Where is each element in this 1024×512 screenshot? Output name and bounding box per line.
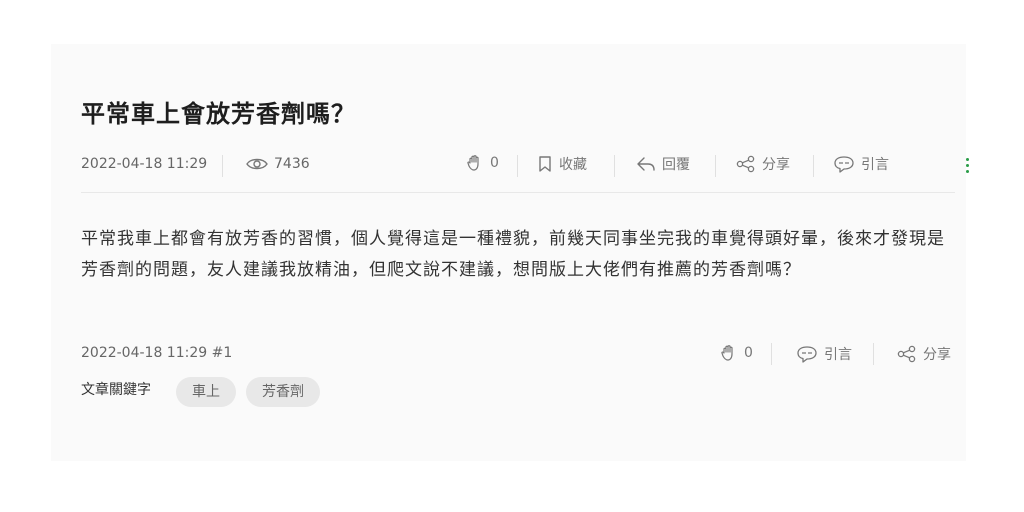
- share-icon: [897, 345, 916, 363]
- divider: [873, 343, 874, 365]
- quote-icon: [834, 156, 854, 173]
- share-button[interactable]: 分享: [736, 154, 790, 174]
- reply-icon: [637, 157, 655, 171]
- post-date: 2022-04-18 11:29: [81, 156, 208, 172]
- post-card: 平常車上會放芳香劑嗎？ 2022-04-18 11:29 7436 0 收藏 回…: [51, 44, 969, 461]
- floor-share-label: 分享: [923, 347, 951, 363]
- keyword-tag[interactable]: 車上: [176, 377, 236, 407]
- floor-quote-label: 引言: [824, 347, 852, 363]
- quote-button[interactable]: 引言: [833, 154, 889, 174]
- floor-like-button[interactable]: 0: [720, 344, 753, 362]
- post-title: 平常車上會放芳香劑嗎？: [81, 100, 356, 128]
- divider: [715, 155, 716, 177]
- view-count: 7436: [246, 156, 310, 172]
- like-button[interactable]: 0: [466, 154, 499, 172]
- keywords-label: 文章關鍵字: [81, 382, 151, 398]
- divider: [771, 343, 772, 365]
- quote-icon: [797, 346, 817, 363]
- view-count-value: 7436: [274, 156, 310, 172]
- bookmark-button[interactable]: 收藏: [537, 154, 587, 174]
- reply-button[interactable]: 回覆: [636, 154, 690, 174]
- divider: [813, 155, 814, 177]
- bookmark-icon: [539, 156, 551, 172]
- reply-label: 回覆: [662, 157, 690, 173]
- share-icon: [736, 155, 755, 173]
- floor-quote-button[interactable]: 引言: [796, 344, 852, 364]
- bookmark-label: 收藏: [559, 157, 587, 173]
- eye-icon: [246, 158, 268, 170]
- floor-info: 2022-04-18 11:29 #1: [81, 345, 233, 361]
- floor-share-button[interactable]: 分享: [897, 344, 951, 364]
- divider: [517, 155, 518, 177]
- post-meta-bar: 2022-04-18 11:29 7436 0 收藏 回覆 分享 引言: [81, 152, 969, 193]
- divider: [222, 155, 223, 177]
- clap-icon: [467, 155, 479, 171]
- like-count: 0: [490, 155, 499, 171]
- more-icon[interactable]: [964, 158, 970, 176]
- post-content: 平常我車上都會有放芳香的習慣，個人覺得這是一種禮貌，前幾天同事坐完我的車覺得頭好…: [81, 229, 945, 280]
- share-label: 分享: [762, 157, 790, 173]
- quote-label: 引言: [861, 157, 889, 173]
- clap-icon: [721, 345, 733, 361]
- keyword-tag[interactable]: 芳香劑: [246, 377, 320, 407]
- floor-like-count: 0: [744, 345, 753, 361]
- divider: [614, 155, 615, 177]
